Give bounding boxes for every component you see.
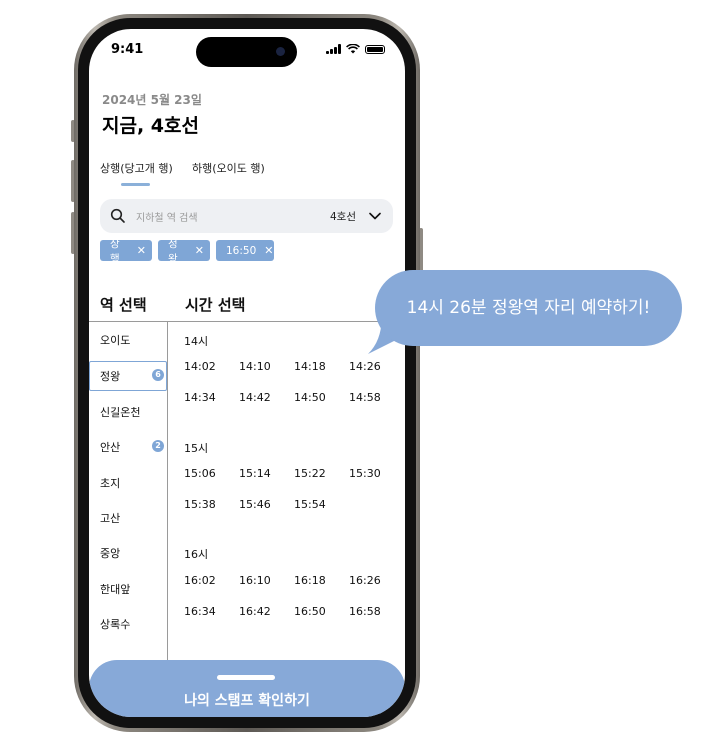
drag-handle[interactable] [217,675,275,680]
search-bar[interactable]: 지하철 역 검색 4호선 [100,199,393,233]
station-item-gojan[interactable]: 고산 [100,510,120,526]
time-slot[interactable]: 14:34 [184,391,216,404]
time-section-title: 시간 선택 [185,296,246,314]
stamp-bottom-sheet[interactable]: 나의 스탬프 확인하기 [89,660,405,717]
time-slot[interactable]: 15:54 [294,498,326,511]
tab-active-indicator [121,183,150,186]
station-item-jeongwang[interactable]: 정왕 [100,368,120,384]
station-item-oido[interactable]: 오이도 [100,332,130,348]
station-item-jungang[interactable]: 중앙 [100,545,120,561]
time-slot[interactable]: 16:58 [349,605,381,618]
divider [167,321,168,661]
time-slot[interactable]: 14:10 [239,360,271,373]
speech-bubble-text: 14시 26분 정왕역 자리 예약하기! [406,298,651,318]
close-icon[interactable]: ✕ [137,244,146,257]
hour-label: 15시 [184,442,209,455]
date-label: 2024년 5월 23일 [102,93,202,107]
chip-label: 16:50 [226,244,257,257]
filter-chip-direction[interactable]: 상행 ✕ [100,238,152,265]
search-icon [110,208,125,223]
station-badge: 6 [152,369,164,381]
station-badge: 2 [152,440,164,452]
chip-label: 정왕 [168,237,178,265]
close-icon[interactable]: ✕ [264,244,273,257]
time-slot[interactable]: 15:22 [294,467,326,480]
time-slot[interactable]: 16:26 [349,574,381,587]
tab-up-direction[interactable]: 상행(당고개 행) [100,160,173,176]
chevron-down-icon[interactable] [369,210,381,222]
time-slot[interactable]: 16:42 [239,605,271,618]
wifi-icon [346,44,360,54]
status-icons [326,44,385,54]
time-slot[interactable]: 15:46 [239,498,271,511]
speech-bubble: 14시 26분 정왕역 자리 예약하기! [375,270,682,346]
close-icon[interactable]: ✕ [195,244,204,257]
signal-icon [326,44,341,54]
time-slot[interactable]: 15:06 [184,467,216,480]
chip-label: 상행 [110,237,120,265]
stamp-button-label: 나의 스탬프 확인하기 [184,693,310,709]
time-slot[interactable]: 16:02 [184,574,216,587]
time-slot[interactable]: 14:18 [294,360,326,373]
time-slot[interactable]: 15:30 [349,467,381,480]
time-slot[interactable]: 16:18 [294,574,326,587]
station-item-choji[interactable]: 초지 [100,475,120,491]
station-item-singil-oncheon[interactable]: 신길온천 [100,404,140,420]
hour-label: 16시 [184,548,209,561]
time-slot[interactable]: 16:10 [239,574,271,587]
hour-label: 14시 [184,335,209,348]
status-time: 9:41 [111,42,144,57]
divider [89,321,405,322]
time-slot[interactable]: 14:02 [184,360,216,373]
filter-chip-station[interactable]: 정왕 ✕ [158,238,210,265]
line-select-label[interactable]: 4호선 [330,209,356,224]
search-input[interactable]: 지하철 역 검색 [136,209,198,224]
time-slot[interactable]: 14:50 [294,391,326,404]
time-slot[interactable]: 14:26 [349,360,381,373]
phone-screen: 9:41 2024년 5월 23일 지금, 4호선 상행(당고개 행) 하행(오… [89,29,405,717]
time-slot[interactable]: 15:14 [239,467,271,480]
battery-icon [365,44,385,54]
page-title: 지금, 4호선 [102,115,199,137]
time-slot[interactable]: 15:38 [184,498,216,511]
station-item-handaeap[interactable]: 한대앞 [100,581,130,597]
station-section-title: 역 선택 [100,296,147,314]
station-item-sangnoksu[interactable]: 상록수 [100,616,130,632]
station-item-ansan[interactable]: 안산 [100,439,120,455]
time-slot[interactable]: 16:34 [184,605,216,618]
time-slot[interactable]: 14:42 [239,391,271,404]
filter-chip-time[interactable]: 16:50 ✕ [216,240,274,261]
camera-icon [276,47,285,56]
time-slot[interactable]: 14:58 [349,391,381,404]
dynamic-island [196,37,297,67]
tab-down-direction[interactable]: 하행(오이도 행) [192,160,265,176]
time-slot[interactable]: 16:50 [294,605,326,618]
